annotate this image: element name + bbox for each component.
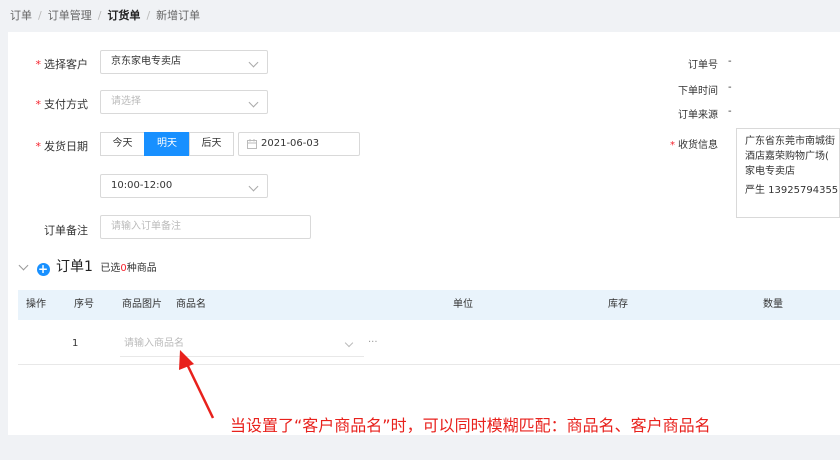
annotation-arrow — [179, 350, 215, 419]
annotation-text: 当设置了“客户商品名”时，可以同时模糊匹配：商品名、客户商品名 — [230, 416, 711, 435]
